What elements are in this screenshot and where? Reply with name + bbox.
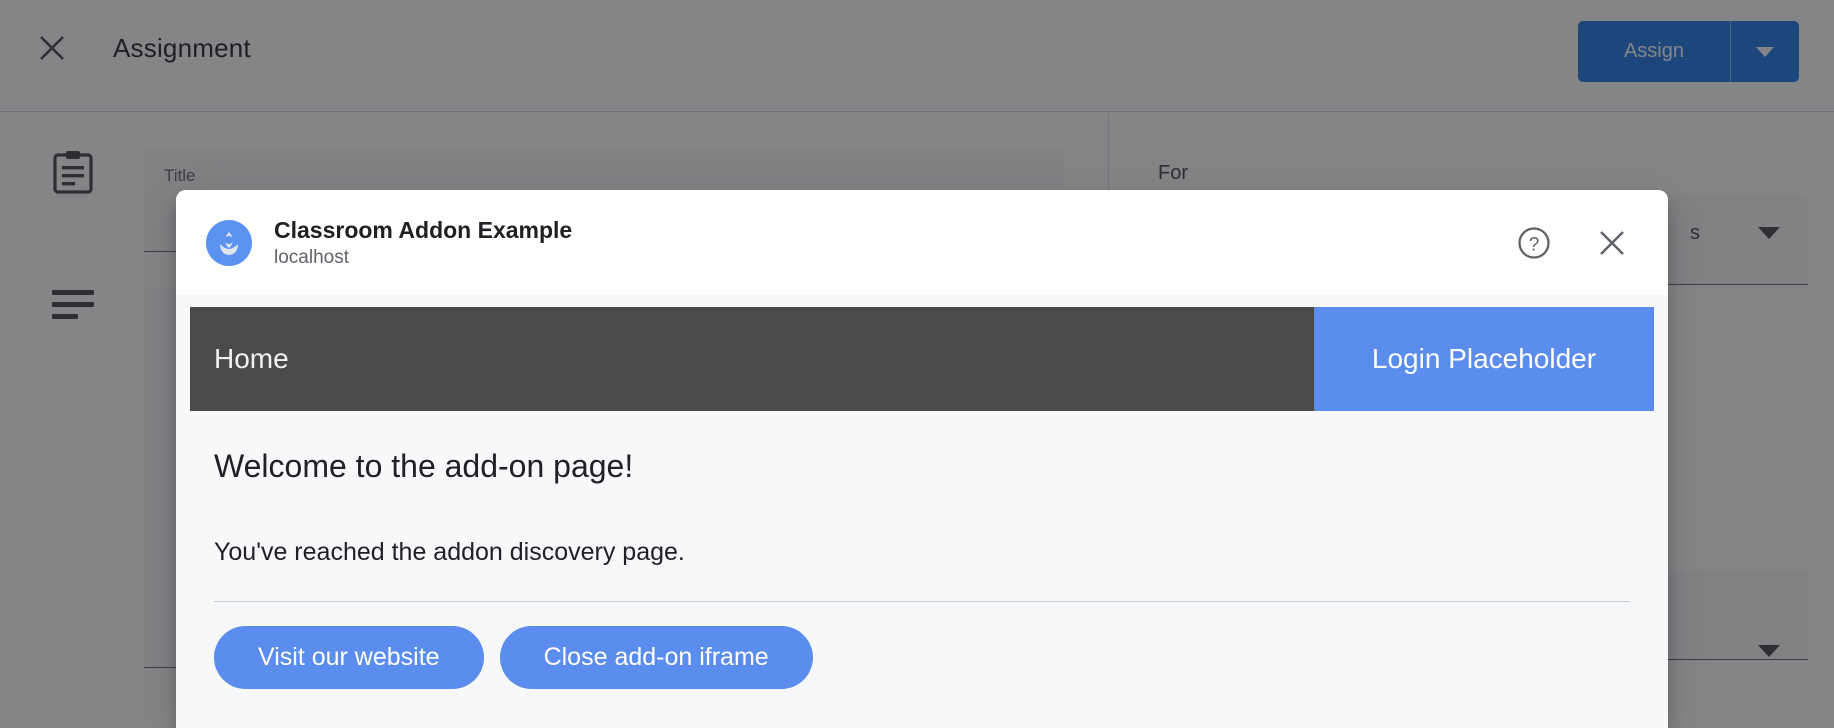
nav-item-login-label: Login Placeholder [1371, 343, 1597, 374]
nav-item-home[interactable]: Home [214, 343, 289, 375]
visit-website-button[interactable]: Visit our website [214, 626, 484, 689]
addon-dialog-header: Classroom Addon Example localhost ? [176, 190, 1668, 295]
addon-app-name: Classroom Addon Example [274, 216, 573, 243]
navbar-left: Home [190, 307, 1314, 411]
addon-iframe-content: Home Login Placeholder Welcome to the ad… [176, 295, 1668, 728]
addon-page: Home Login Placeholder Welcome to the ad… [190, 307, 1654, 728]
addon-origin: localhost [274, 246, 349, 268]
nav-item-login-placeholder[interactable]: Login Placeholder [1314, 307, 1654, 411]
addon-body: Welcome to the add-on page! You've reach… [190, 411, 1654, 689]
addon-paragraph: You've reached the addon discovery page. [214, 538, 685, 566]
addon-action-buttons: Visit our website Close add-on iframe [214, 626, 1630, 689]
svg-text:?: ? [1529, 234, 1540, 255]
addon-dialog-titles: Classroom Addon Example localhost [274, 215, 1514, 271]
addon-dialog-actions: ? [1514, 223, 1642, 263]
addon-divider [214, 601, 1630, 602]
addon-navbar: Home Login Placeholder [190, 307, 1654, 411]
addon-dialog: Classroom Addon Example localhost ? Home… [176, 190, 1668, 728]
close-icon[interactable] [1592, 223, 1632, 263]
help-circle-icon[interactable]: ? [1514, 223, 1554, 263]
close-addon-iframe-button[interactable]: Close add-on iframe [499, 626, 813, 689]
addon-app-icon [206, 219, 252, 266]
addon-heading: Welcome to the add-on page! [214, 448, 634, 484]
